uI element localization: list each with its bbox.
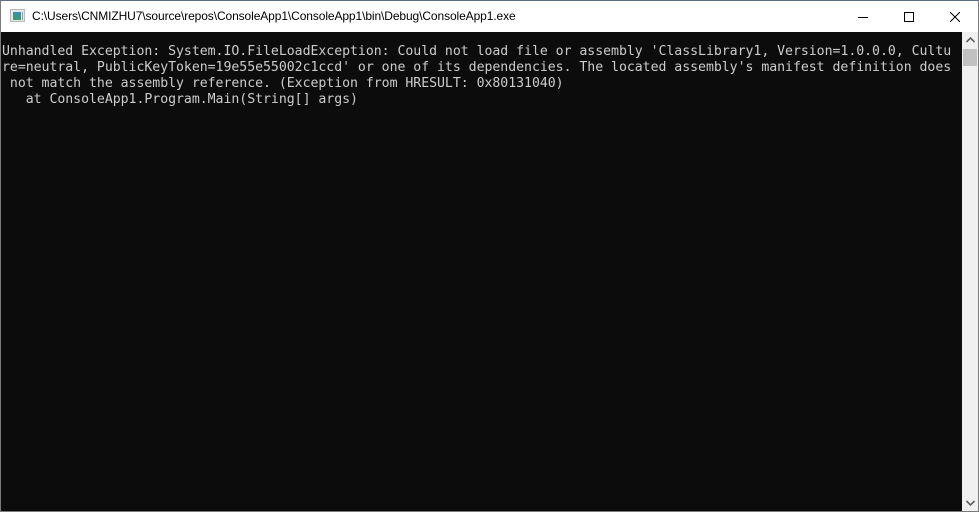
console-line: re=neutral, PublicKeyToken=19e55e55002c1… xyxy=(2,60,952,75)
console-app-icon[interactable] xyxy=(10,9,25,22)
app-icon-bar xyxy=(22,12,23,20)
vertical-scrollbar[interactable] xyxy=(962,32,978,511)
console-line: Unhandled Exception: System.IO.FileLoadE… xyxy=(2,44,952,59)
minimize-icon xyxy=(858,16,868,18)
close-icon xyxy=(950,11,960,22)
chevron-down-icon xyxy=(965,500,975,506)
close-button[interactable] xyxy=(932,1,978,32)
console-line: at ConsoleApp1.Program.Main(String[] arg… xyxy=(2,92,358,107)
scrollbar-thumb[interactable] xyxy=(963,49,977,66)
scroll-up-button[interactable] xyxy=(962,32,978,48)
maximize-button[interactable] xyxy=(886,1,932,32)
scroll-down-button[interactable] xyxy=(962,495,978,511)
console-line: not match the assembly reference. (Excep… xyxy=(2,76,564,91)
maximize-icon xyxy=(904,11,914,22)
console-window: C:\Users\CNMIZHU7\source\repos\ConsoleAp… xyxy=(0,0,979,512)
title-bar[interactable]: C:\Users\CNMIZHU7\source\repos\ConsoleAp… xyxy=(1,1,978,32)
window-title: C:\Users\CNMIZHU7\source\repos\ConsoleAp… xyxy=(32,9,516,23)
chevron-up-icon xyxy=(965,37,975,43)
console-text: Unhandled Exception: System.IO.FileLoadE… xyxy=(1,32,962,108)
minimize-button[interactable] xyxy=(840,1,886,32)
app-icon-pane xyxy=(13,12,21,20)
console-output[interactable]: Unhandled Exception: System.IO.FileLoadE… xyxy=(1,32,962,511)
